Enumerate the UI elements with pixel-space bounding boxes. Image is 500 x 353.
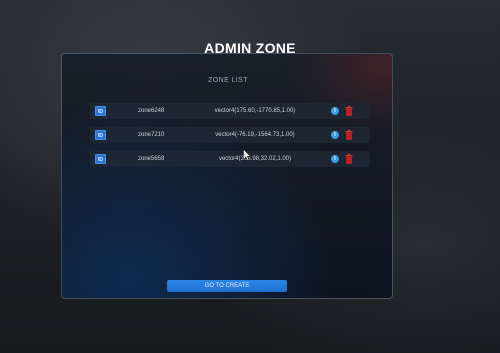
zone-list-title: ZONE LIST <box>208 77 248 84</box>
info-icon[interactable]: i <box>331 107 339 115</box>
zone-list-panel: ZONE LIST ID zone6248 vector4(175.60,-17… <box>61 53 393 299</box>
table-row: ID zone6248 vector4(175.60,-1770.85,1.00… <box>90 103 370 119</box>
zone-name: zone7210 <box>138 132 165 138</box>
id-badge[interactable]: ID <box>95 106 106 116</box>
zone-name: zone5658 <box>138 156 165 162</box>
trash-icon[interactable] <box>345 130 353 140</box>
info-icon[interactable]: i <box>331 131 339 139</box>
table-row: ID zone5658 vector4(363.98,32.02,1.00) i <box>90 151 370 167</box>
id-badge[interactable]: ID <box>95 154 106 164</box>
trash-icon[interactable] <box>345 154 353 164</box>
zone-vector: vector4(175.60,-1770.85,1.00) <box>214 108 296 114</box>
go-to-create-button[interactable]: GO TO CREATE <box>167 280 287 292</box>
id-badge[interactable]: ID <box>95 130 106 140</box>
zone-vector: vector4(363.98,32.02,1.00) <box>218 156 292 162</box>
zone-name: zone6248 <box>138 108 165 114</box>
zone-vector: vector4(-76.19,-1564.73,1.00) <box>215 132 295 138</box>
mouse-cursor-icon <box>243 149 251 161</box>
trash-icon[interactable] <box>345 106 353 116</box>
info-icon[interactable]: i <box>331 155 339 163</box>
table-row: ID zone7210 vector4(-76.19,-1564.73,1.00… <box>90 127 370 143</box>
